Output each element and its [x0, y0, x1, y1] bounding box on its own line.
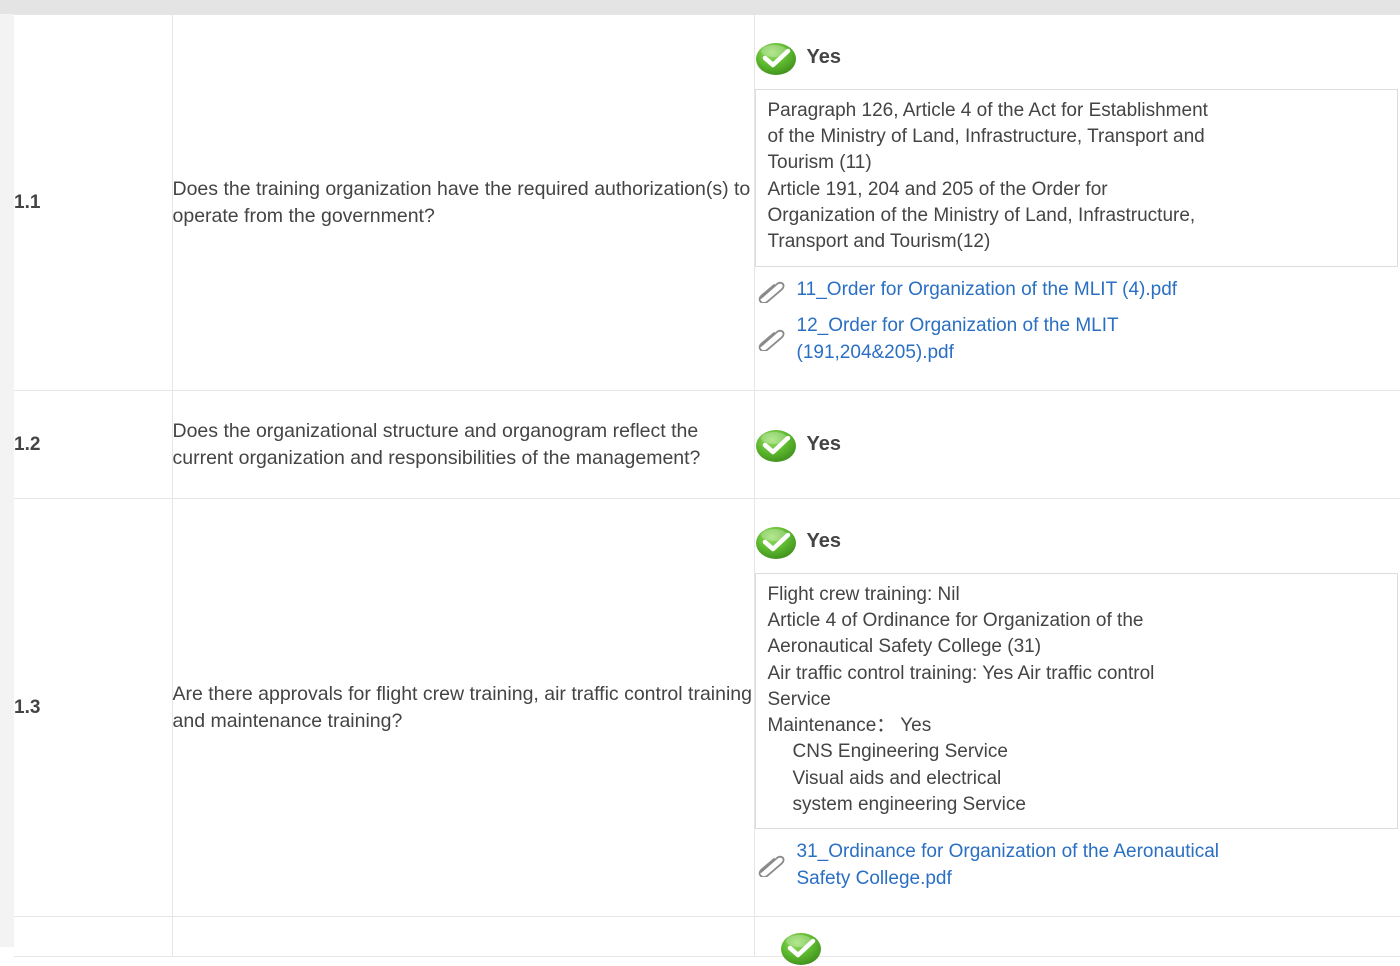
row-number: [14, 917, 172, 957]
evidence-line: Visual aids and electrical: [768, 766, 1386, 792]
paperclip-icon: [755, 853, 787, 877]
evidence-line: system engineering Service: [768, 792, 1386, 818]
answer: Yes: [755, 39, 1400, 77]
attachment-label[interactable]: 31_Ordinance for Organization of the Aer…: [797, 839, 1220, 892]
top-bar: [0, 0, 1400, 14]
attachment-line[interactable]: 31_Ordinance for Organization of the Aer…: [797, 839, 1220, 866]
evidence-line: Service: [768, 687, 1386, 713]
evidence-line: Air traffic control training: Yes Air tr…: [768, 661, 1386, 687]
row-number: 1.2: [14, 391, 172, 499]
evidence-line: Maintenance： Yes: [768, 713, 1386, 739]
evidence-line: Flight crew training: Nil: [768, 582, 1386, 608]
paperclip-icon: [755, 279, 787, 303]
evidence-line: Aeronautical Safety College (31): [768, 634, 1386, 660]
table-row: 1.3 Are there approvals for flight crew …: [14, 499, 1400, 917]
question-text: Does the training organization have the …: [172, 15, 754, 391]
green-check-circle-icon: [755, 40, 799, 76]
green-check-circle-icon: [755, 524, 799, 560]
answer: Yes: [755, 523, 1400, 561]
evidence-line: Tourism (11): [768, 150, 1386, 176]
attachment-link[interactable]: 12_Order for Organization of the MLIT (1…: [755, 313, 1400, 366]
answer-cell: Yes Flight crew training: Nil Article 4 …: [754, 499, 1400, 917]
evidence-line: Article 191, 204 and 205 of the Order fo…: [768, 177, 1386, 203]
attachment-label[interactable]: 11_Order for Organization of the MLIT (4…: [797, 277, 1178, 304]
evidence-line: Paragraph 126, Article 4 of the Act for …: [768, 98, 1386, 124]
question-text: [172, 917, 754, 957]
question-text: Does the organizational structure and or…: [172, 391, 754, 499]
evidence-box: Paragraph 126, Article 4 of the Act for …: [755, 89, 1399, 267]
green-check-circle-icon: [780, 930, 824, 966]
table-row: 1.1 Does the training organization have …: [14, 15, 1400, 391]
attachment-line[interactable]: (191,204&205).pdf: [797, 340, 1119, 367]
question-label: Are there approvals for flight crew trai…: [173, 683, 753, 732]
question-label: Does the organizational structure and or…: [173, 420, 701, 469]
answer-cell: Yes Paragraph 126, Article 4 of the Act …: [754, 15, 1400, 391]
evidence-line: of the Ministry of Land, Infrastructure,…: [768, 124, 1386, 150]
attachment-line[interactable]: Safety College.pdf: [797, 866, 1220, 893]
attachment-link[interactable]: 11_Order for Organization of the MLIT (4…: [755, 277, 1400, 304]
answer-label: Yes: [807, 433, 841, 456]
attachment-line[interactable]: 12_Order for Organization of the MLIT: [797, 313, 1119, 340]
table-row: [14, 917, 1400, 957]
left-margin: [0, 14, 14, 947]
row-number: 1.1: [14, 15, 172, 391]
paperclip-icon: [755, 327, 787, 351]
answer-label: Yes: [807, 46, 841, 69]
evidence-line: Transport and Tourism(12): [768, 229, 1386, 255]
attachment-link[interactable]: 31_Ordinance for Organization of the Aer…: [755, 839, 1400, 892]
checklist-table: 1.1 Does the training organization have …: [14, 14, 1400, 957]
evidence-line: Article 4 of Ordinance for Organization …: [768, 608, 1386, 634]
row-number: 1.3: [14, 499, 172, 917]
green-check-circle-icon: [755, 427, 799, 463]
evidence-box: Flight crew training: Nil Article 4 of O…: [755, 573, 1399, 830]
attachment-line[interactable]: 11_Order for Organization of the MLIT (4…: [797, 277, 1178, 304]
table-row: 1.2 Does the organizational structure an…: [14, 391, 1400, 499]
attachment-label[interactable]: 12_Order for Organization of the MLIT (1…: [797, 313, 1119, 366]
question-text: Are there approvals for flight crew trai…: [172, 499, 754, 917]
evidence-line: CNS Engineering Service: [768, 739, 1386, 765]
answer: Yes: [755, 426, 1400, 464]
question-label: Does the training organization have the …: [173, 178, 751, 227]
answer-cell: [754, 917, 1400, 957]
evidence-line: Organization of the Ministry of Land, In…: [768, 203, 1386, 229]
answer-label: Yes: [807, 530, 841, 553]
answer-cell: Yes: [754, 391, 1400, 499]
